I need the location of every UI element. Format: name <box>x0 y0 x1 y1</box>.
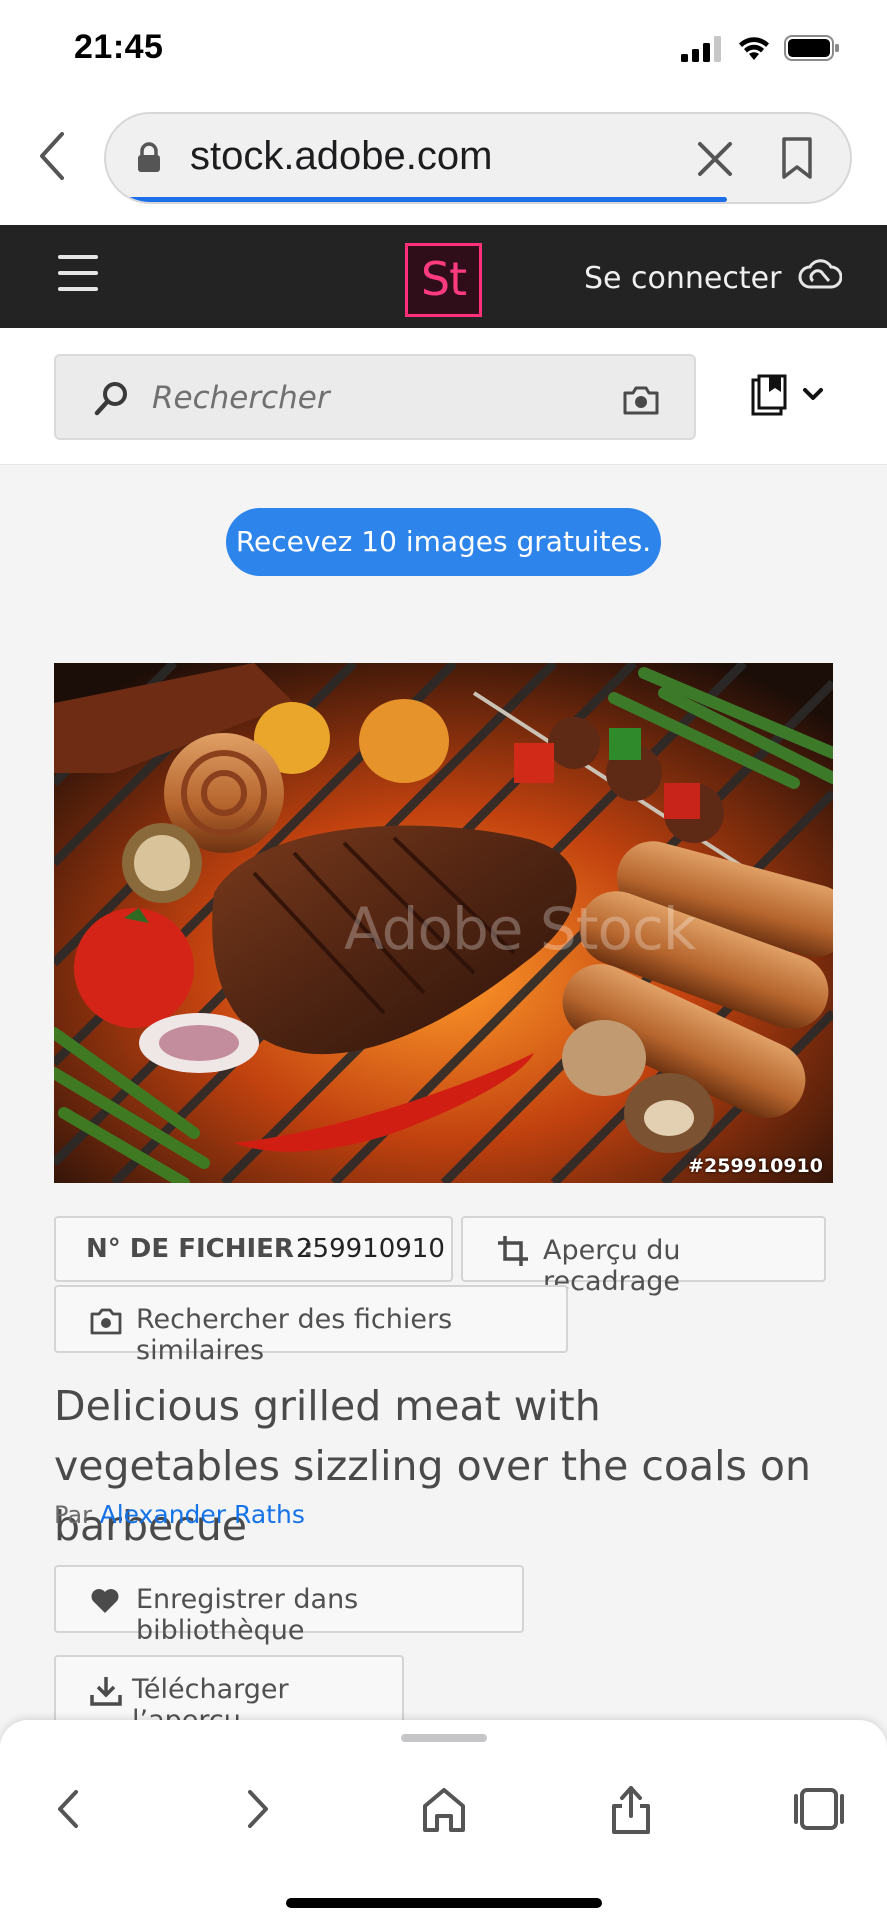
browser-address-bar: stock.adobe.com <box>0 100 887 225</box>
search-icon <box>94 382 127 416</box>
author-byline: Par Alexander Raths <box>54 1500 305 1529</box>
url-text: stock.adobe.com <box>190 134 493 178</box>
author-prefix: Par <box>54 1501 92 1529</box>
wifi-icon <box>739 37 769 60</box>
tabs-icon[interactable] <box>792 1782 846 1836</box>
find-similar-button[interactable]: Rechercher des fichiers similaires <box>54 1285 568 1366</box>
close-icon[interactable] <box>696 140 734 178</box>
file-number-chip: N° DE FICHIER : 259910910 <box>54 1216 453 1282</box>
download-preview-button[interactable]: Télécharger l’aperçu <box>54 1655 404 1736</box>
back-icon[interactable] <box>42 1782 96 1836</box>
library-icon <box>751 374 787 416</box>
share-icon[interactable] <box>604 1782 658 1836</box>
chevron-down-icon <box>803 388 823 400</box>
lock-icon <box>138 142 160 172</box>
crop-preview-label: Aperçu du recadrage <box>543 1235 681 1297</box>
save-to-library-label: Enregistrer dans bibliothèque <box>136 1584 359 1646</box>
author-link[interactable]: Alexander Raths <box>100 1500 305 1529</box>
site-header: St Se connecter <box>0 225 887 328</box>
photo-watermark: Adobe Stock <box>344 895 696 963</box>
crop-preview-button[interactable]: Aperçu du recadrage <box>461 1216 826 1297</box>
back-chevron-icon[interactable] <box>34 130 70 182</box>
stock-photo[interactable]: Adobe Stock #259910910 <box>54 663 833 1183</box>
download-icon <box>90 1677 122 1706</box>
status-bar: 21:45 <box>0 0 887 100</box>
signin-link[interactable]: Se connecter <box>584 261 781 296</box>
status-time: 21:45 <box>74 28 164 66</box>
file-number-value: 259910910 <box>296 1234 445 1264</box>
heart-icon <box>91 1589 119 1613</box>
file-number-label: N° DE FICHIER : <box>86 1234 314 1264</box>
find-similar-label: Rechercher des fichiers similaires <box>136 1304 453 1366</box>
asset-title: Delicious grilled meat with vegetables s… <box>54 1382 811 1550</box>
creative-cloud-icon[interactable] <box>798 259 842 293</box>
bookmark-icon[interactable] <box>780 136 814 180</box>
cellular-signal-icon <box>681 36 721 62</box>
home-icon[interactable] <box>417 1782 471 1836</box>
sheet-grabber[interactable] <box>401 1734 487 1742</box>
library-dropdown[interactable] <box>750 374 830 418</box>
adobe-stock-logo[interactable]: St <box>405 243 482 317</box>
menu-icon[interactable] <box>58 255 100 295</box>
free-images-button[interactable]: Recevez 10 images gratuites. <box>226 508 661 576</box>
photo-id-overlay: #259910910 <box>688 1155 823 1177</box>
page-load-progress <box>128 197 727 202</box>
browser-toolbar <box>0 1720 887 1920</box>
forward-icon[interactable] <box>230 1782 284 1836</box>
url-field[interactable]: stock.adobe.com <box>104 112 852 204</box>
search-input[interactable] <box>152 370 552 426</box>
search-box[interactable] <box>54 354 696 440</box>
camera-icon <box>90 1308 122 1335</box>
home-indicator <box>286 1898 602 1908</box>
search-bar-section <box>0 328 887 465</box>
crop-icon <box>498 1236 528 1266</box>
camera-icon[interactable] <box>622 384 660 416</box>
save-to-library-button[interactable]: Enregistrer dans bibliothèque <box>54 1565 524 1646</box>
battery-icon <box>784 35 839 61</box>
